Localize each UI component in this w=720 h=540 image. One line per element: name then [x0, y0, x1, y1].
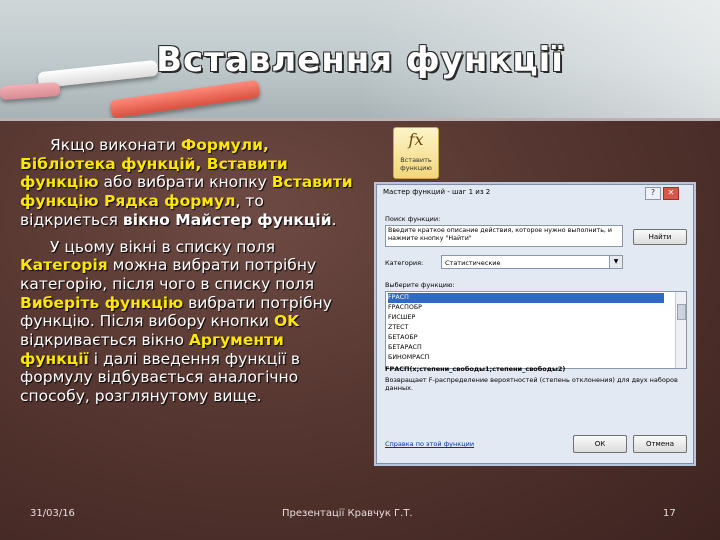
text-run: У цьому вікні в списку поля — [50, 237, 276, 256]
slide-number: 17 — [663, 508, 676, 519]
chalk-pink — [0, 81, 61, 101]
function-list-item[interactable]: FРАСП — [388, 293, 664, 303]
fx-icon: fx — [408, 130, 424, 149]
slide-title: Вставлення функції — [156, 40, 564, 80]
function-list-item[interactable]: FРАСПОБР — [388, 303, 664, 313]
function-list-item[interactable]: FИСШЕР — [388, 313, 664, 323]
category-select[interactable]: Статистические ▼ — [441, 255, 623, 269]
function-list[interactable]: FРАСП FРАСПОБР FИСШЕР ZТЕСТ БЕТАОБР БЕТАРАСП Б… — [385, 291, 687, 369]
highlight-category: Категорія — [20, 256, 108, 275]
chevron-down-icon[interactable]: ▼ — [609, 256, 622, 268]
scroll-thumb[interactable] — [677, 304, 686, 320]
paragraph-2: У цьому вікні в списку поля Категорія мо… — [20, 238, 355, 406]
highlight-select-function: Виберіть функцію — [20, 293, 184, 312]
text-run: Якщо виконати — [50, 136, 181, 154]
select-function-label: Выберите функцию: — [385, 281, 455, 289]
footer-date: 31/03/16 — [30, 508, 75, 519]
function-list-item[interactable]: ZТЕСТ — [388, 323, 664, 333]
function-description: Возвращает F-распределение вероятностей … — [385, 376, 678, 392]
slide-body: Якщо виконати Формули, Бібліотека функці… — [20, 136, 355, 414]
close-icon[interactable]: ✕ — [663, 187, 679, 200]
text-run: або вибрати кнопку — [98, 173, 272, 192]
text-run: . — [331, 210, 337, 229]
bold-window-name: вікно Майстер функцій — [122, 210, 332, 229]
function-list-item[interactable]: БИНОМРАСП — [388, 353, 664, 363]
help-link[interactable]: Справка по этой функции — [385, 440, 474, 448]
search-label: Поиск функции: — [385, 215, 441, 223]
list-scrollbar[interactable] — [675, 292, 686, 368]
search-input[interactable]: Введите краткое описание действия, котор… — [385, 225, 623, 247]
text-run: відкривається вікно — [20, 331, 189, 350]
function-signature: FРАСП(x;степени_свободы1;степени_свободы… — [385, 365, 566, 373]
help-icon[interactable]: ? — [645, 187, 661, 200]
function-wizard-dialog: Мастер функций - шаг 1 из 2 ? ✕ Поиск фу… — [376, 184, 694, 464]
dialog-title: Мастер функций - шаг 1 из 2 — [383, 188, 491, 196]
chalk-red — [109, 79, 261, 118]
insert-function-button[interactable]: fx Вставить функцию — [393, 127, 439, 179]
header-divider — [0, 118, 720, 121]
insert-function-label: Вставить функцию — [400, 156, 432, 172]
highlight-ok: OK — [274, 312, 300, 331]
cancel-button[interactable]: Отмена — [633, 435, 687, 453]
ok-button[interactable]: ОК — [573, 435, 627, 453]
footer-author: Презентації Кравчук Г.Т. — [282, 508, 413, 519]
category-value: Статистические — [445, 259, 501, 267]
find-button[interactable]: Найти — [633, 229, 687, 245]
function-list-item[interactable]: БЕТАОБР — [388, 333, 664, 343]
function-list-item[interactable]: БЕТАРАСП — [388, 343, 664, 353]
paragraph-1: Якщо виконати Формули, Бібліотека функці… — [20, 136, 355, 230]
category-label: Категория: — [385, 259, 424, 267]
